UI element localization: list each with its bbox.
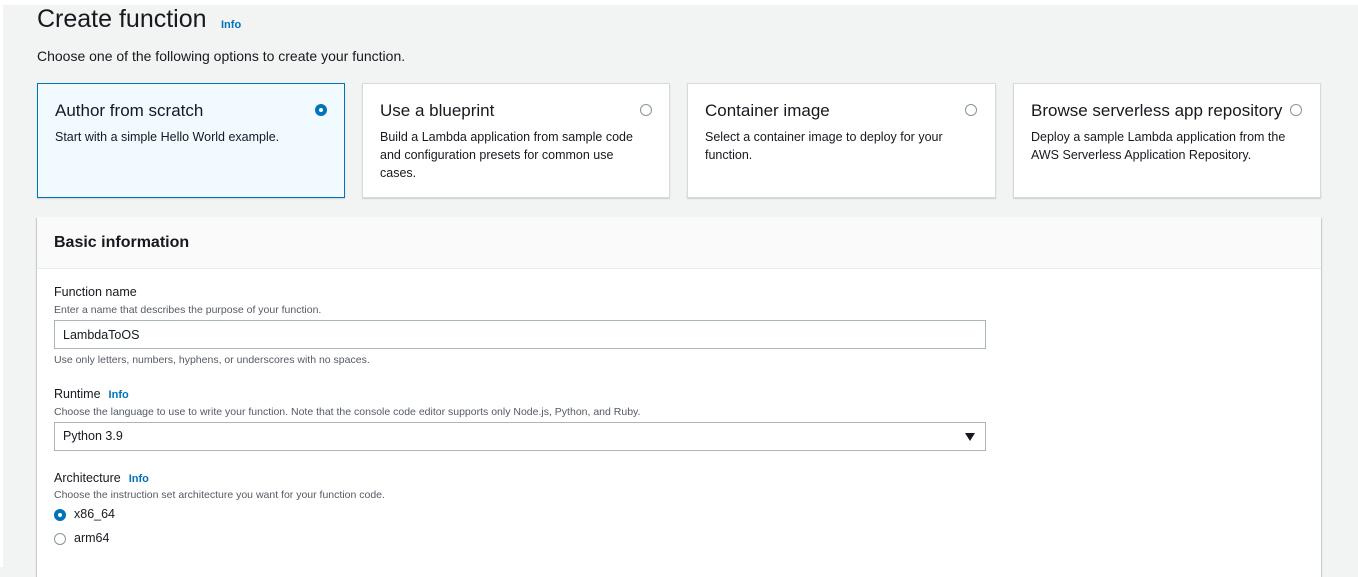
runtime-label-row: Runtime Info [54, 387, 129, 401]
runtime-description: Choose the language to use to write your… [54, 406, 641, 418]
architecture-label: Architecture [54, 471, 121, 485]
option-card-container-image[interactable]: Container image Select a container image… [687, 83, 996, 198]
option-card-use-a-blueprint[interactable]: Use a blueprint Build a Lambda applicati… [362, 83, 670, 198]
panel-header: Basic information [37, 217, 1321, 269]
function-name-label: Function name [54, 285, 137, 299]
caret-down-icon [965, 433, 975, 441]
option-description: Build a Lambda application from sample c… [380, 130, 633, 180]
architecture-label-row: Architecture Info [54, 471, 149, 485]
runtime-select[interactable]: Python 3.9 [54, 422, 986, 451]
option-title: Browse serverless app repository [1031, 101, 1283, 120]
option-title: Author from scratch [55, 101, 204, 120]
option-card-browse-serverless-app-repository[interactable]: Browse serverless app repository Deploy … [1013, 83, 1321, 198]
architecture-option-label: x86_64 [74, 507, 116, 521]
runtime-label: Runtime [54, 387, 101, 401]
option-title: Use a blueprint [380, 101, 495, 120]
option-description: Deploy a sample Lambda application from … [1031, 130, 1286, 162]
architecture-description: Choose the instruction set architecture … [54, 489, 385, 501]
runtime-selected-value: Python 3.9 [63, 429, 123, 443]
radio-checked-icon[interactable] [54, 509, 66, 521]
option-card-author-from-scratch[interactable]: Author from scratch Start with a simple … [37, 83, 345, 198]
page-subtitle: Choose one of the following options to c… [37, 48, 406, 64]
architecture-info-link[interactable]: Info [129, 473, 149, 485]
radio-unchecked-icon[interactable] [965, 104, 977, 116]
runtime-info-link[interactable]: Info [109, 389, 129, 401]
function-name-description: Enter a name that describes the purpose … [54, 304, 322, 316]
function-name-input[interactable] [54, 320, 986, 349]
architecture-option-label: arm64 [74, 531, 110, 545]
radio-unchecked-icon[interactable] [1290, 104, 1302, 116]
function-name-constraint: Use only letters, numbers, hyphens, or u… [54, 354, 370, 366]
option-description: Start with a simple Hello World example. [55, 130, 280, 144]
left-strip [0, 0, 3, 567]
radio-checked-icon[interactable] [315, 104, 327, 116]
option-title: Container image [705, 101, 830, 120]
radio-unchecked-icon[interactable] [54, 533, 66, 545]
page-title: Create function [37, 5, 207, 33]
panel-title: Basic information [54, 234, 190, 251]
basic-information-panel: Basic information Function name Enter a … [37, 217, 1321, 577]
option-description: Select a container image to deploy for y… [705, 130, 943, 162]
radio-unchecked-icon[interactable] [640, 104, 652, 116]
title-info-link[interactable]: Info [221, 19, 241, 31]
